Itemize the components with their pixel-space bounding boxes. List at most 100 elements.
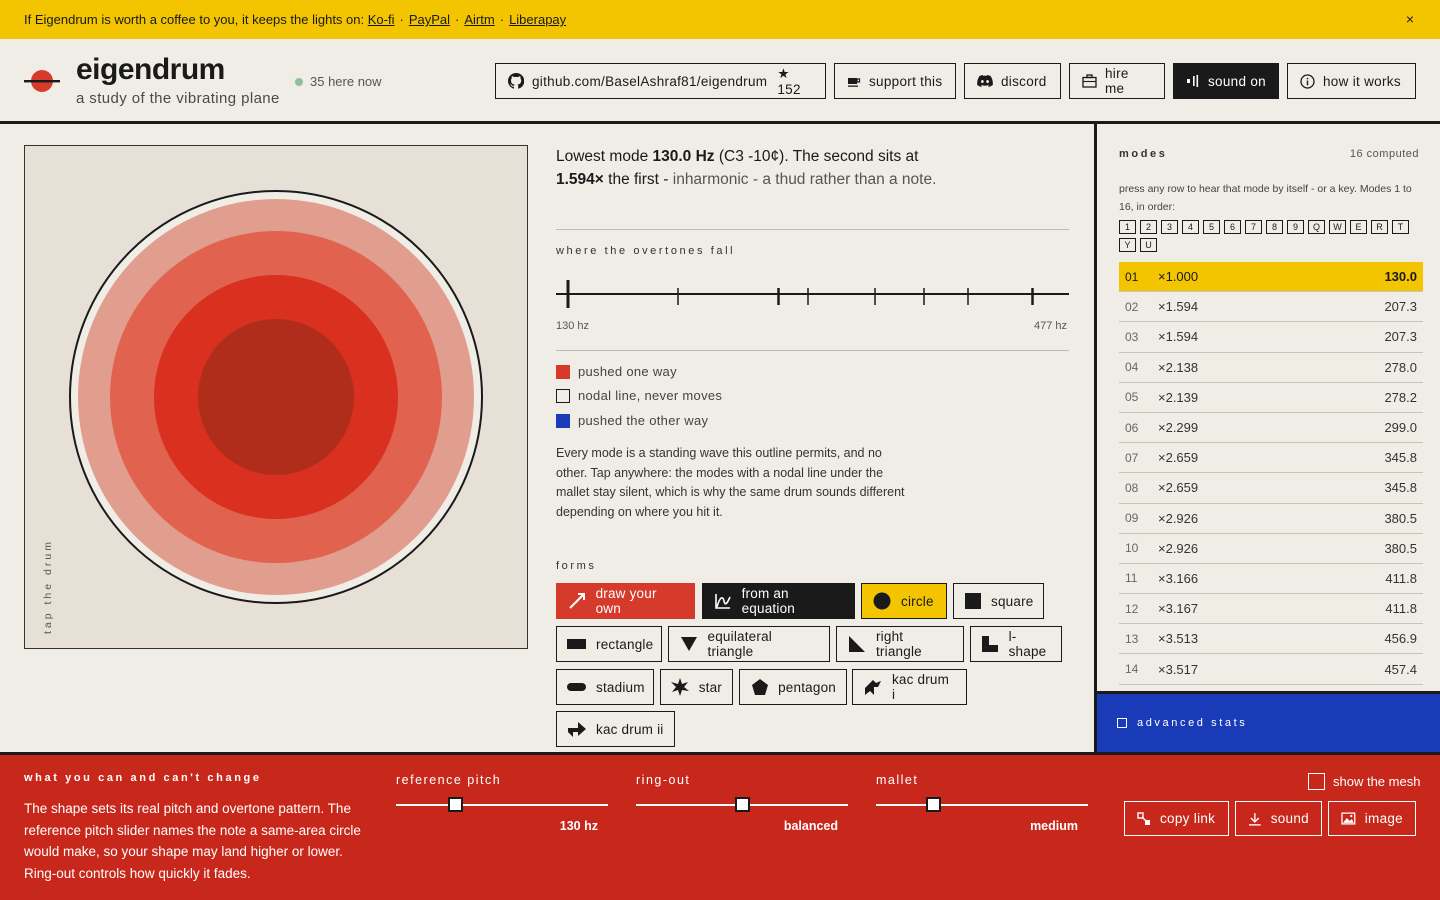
copy-link-button[interactable]: copy link — [1124, 801, 1229, 836]
drum-canvas[interactable] — [24, 145, 528, 649]
mode-frequency: 411.8 — [1385, 570, 1417, 586]
function-graph-icon — [714, 594, 731, 609]
kac-drum-ii-icon — [568, 722, 586, 737]
mode-list: 01 ×1.000 130.0 02 ×1.594 207.3 03 ×1.594 207.3 0… — [1119, 262, 1423, 685]
donation-banner: If Eigendrum is worth a coffee to you, i… — [0, 0, 1440, 39]
mode-number: 02 — [1125, 299, 1139, 314]
form-circle[interactable]: circle — [861, 583, 947, 619]
mode-frequency: 457.4 — [1384, 661, 1417, 677]
volume-icon — [1187, 75, 1199, 87]
mode-row[interactable]: 03 ×1.594 207.3 — [1119, 322, 1423, 353]
form-draw-your-own[interactable]: draw your own — [556, 583, 695, 619]
mode-key[interactable]: 4 — [1182, 220, 1199, 234]
mode-row[interactable]: 02 ×1.594 207.3 — [1119, 292, 1423, 323]
mode-frequency: 380.5 — [1384, 540, 1417, 556]
show-mesh-checkbox[interactable]: show the mesh — [1308, 773, 1420, 790]
mode-row[interactable]: 08 ×2.659 345.8 — [1119, 473, 1423, 504]
form-right-triangle[interactable]: right triangle — [836, 626, 964, 662]
paypal-link[interactable]: PayPal — [409, 12, 450, 27]
mode-frequency: 345.8 — [1384, 450, 1417, 466]
divider — [556, 229, 1069, 230]
form-from-an-equation[interactable]: from an equation — [702, 583, 855, 619]
modes-hint: press any row to hear that mode by itsel… — [1119, 183, 1412, 213]
stadium-icon — [567, 683, 586, 691]
mode-key[interactable]: E — [1350, 220, 1367, 234]
mode-key[interactable]: 9 — [1287, 220, 1304, 234]
mode-row[interactable]: 05 ×2.139 278.2 — [1119, 383, 1423, 413]
mode-row[interactable]: 14 ×3.517 457.4 — [1119, 654, 1423, 685]
mode-key[interactable]: 8 — [1266, 220, 1283, 234]
triangle-icon — [680, 637, 697, 651]
mode-key[interactable]: U — [1140, 238, 1157, 252]
image-icon — [1341, 812, 1356, 825]
mode-key[interactable]: 6 — [1224, 220, 1241, 234]
mode-row[interactable]: 01 ×1.000 130.0 — [1119, 262, 1423, 293]
mode-row[interactable]: 04 ×2.138 278.0 — [1119, 353, 1423, 383]
form-rectangle[interactable]: rectangle — [556, 626, 662, 662]
form-equilateral-triangle[interactable]: equilateral triangle — [668, 626, 830, 662]
mode-row[interactable]: 07 ×2.659 345.8 — [1119, 443, 1423, 474]
liberapay-link[interactable]: Liberapay — [509, 12, 566, 27]
coffee-icon — [848, 78, 861, 87]
pitch-slider-value: 130 hz — [559, 819, 598, 833]
controls-panel: what you can and can't change The shape … — [0, 752, 1440, 900]
mode-key[interactable]: 5 — [1203, 220, 1220, 234]
banner-text: If Eigendrum is worth a coffee to you, i… — [24, 12, 365, 27]
airtm-link[interactable]: Airtm — [464, 12, 494, 27]
mode-ratio: ×2.659 — [1158, 480, 1199, 496]
how-it-works-button[interactable]: how it works — [1287, 63, 1416, 99]
sound-toggle-button[interactable]: sound on — [1173, 63, 1279, 99]
download-image-button[interactable]: image — [1328, 801, 1416, 836]
mallet-slider[interactable] — [876, 804, 1088, 806]
support-button[interactable]: support this — [834, 63, 956, 99]
advanced-stats-toggle[interactable]: advanced stats — [1097, 691, 1440, 752]
form-kac-drum-ii[interactable]: kac drum ii — [556, 711, 675, 747]
mode-key[interactable]: W — [1329, 220, 1346, 234]
mode-key[interactable]: Q — [1308, 220, 1325, 234]
mode-ratio: ×2.659 — [1158, 450, 1199, 466]
mode-key[interactable]: 2 — [1140, 220, 1157, 234]
pitch-slider-thumb[interactable] — [448, 797, 464, 812]
app-subtitle: a study of the vibrating plane — [76, 90, 280, 107]
form-star[interactable]: star — [660, 669, 733, 705]
form-square[interactable]: square — [953, 583, 1044, 619]
mode-number: 12 — [1125, 601, 1139, 616]
mode-row[interactable]: 13 ×3.513 456.9 — [1119, 624, 1423, 655]
mode-key[interactable]: R — [1371, 220, 1388, 234]
mode-row[interactable]: 06 ×2.299 299.0 — [1119, 413, 1423, 444]
mode-key[interactable]: 1 — [1119, 220, 1136, 234]
briefcase-icon — [1082, 74, 1097, 88]
kofi-link[interactable]: Ko-fi — [368, 12, 395, 27]
mode-row[interactable]: 12 ×3.167 411.8 — [1119, 594, 1423, 625]
kac-drum-i-icon — [864, 680, 881, 695]
modes-count: 16 computed — [1349, 148, 1419, 160]
mode-row[interactable]: 11 ×3.166 411.8 — [1119, 564, 1423, 595]
pitch-slider[interactable] — [396, 804, 608, 806]
mode-key[interactable]: 7 — [1245, 220, 1262, 234]
mode-ratio: ×1.594 — [1158, 329, 1199, 345]
mallet-slider-value: medium — [1030, 819, 1078, 833]
hire-button[interactable]: hire me — [1069, 63, 1165, 99]
form-l-shape[interactable]: l-shape — [970, 626, 1062, 662]
mode-row[interactable]: 10 ×2.926 380.5 — [1119, 534, 1423, 564]
ringout-slider-value: balanced — [783, 819, 838, 833]
pencil-icon — [569, 593, 585, 609]
form-pentagon[interactable]: pentagon — [739, 669, 847, 705]
description-text: Every mode is a standing wave this outli… — [556, 446, 905, 520]
form-kac-drum-i[interactable]: kac drum i — [852, 669, 967, 705]
mode-frequency: 278.0 — [1384, 359, 1417, 375]
expand-icon — [1117, 718, 1127, 728]
mode-row[interactable]: 09 ×2.926 380.5 — [1119, 504, 1423, 534]
download-sound-button[interactable]: sound — [1235, 801, 1322, 836]
mode-key[interactable]: Y — [1119, 238, 1136, 252]
form-stadium[interactable]: stadium — [556, 669, 654, 705]
github-button[interactable]: github.com/BaselAshraf81/eigendrum ★ 152 — [495, 63, 826, 99]
mallet-slider-thumb[interactable] — [926, 797, 942, 812]
mode-shape-render[interactable] — [25, 146, 527, 648]
mode-ratio: ×2.138 — [1158, 359, 1199, 375]
mode-key[interactable]: T — [1392, 220, 1409, 234]
ringout-slider-thumb[interactable] — [735, 797, 750, 812]
discord-button[interactable]: discord — [964, 63, 1061, 99]
mode-key[interactable]: 3 — [1161, 220, 1178, 234]
close-icon[interactable]: × — [1406, 11, 1414, 27]
